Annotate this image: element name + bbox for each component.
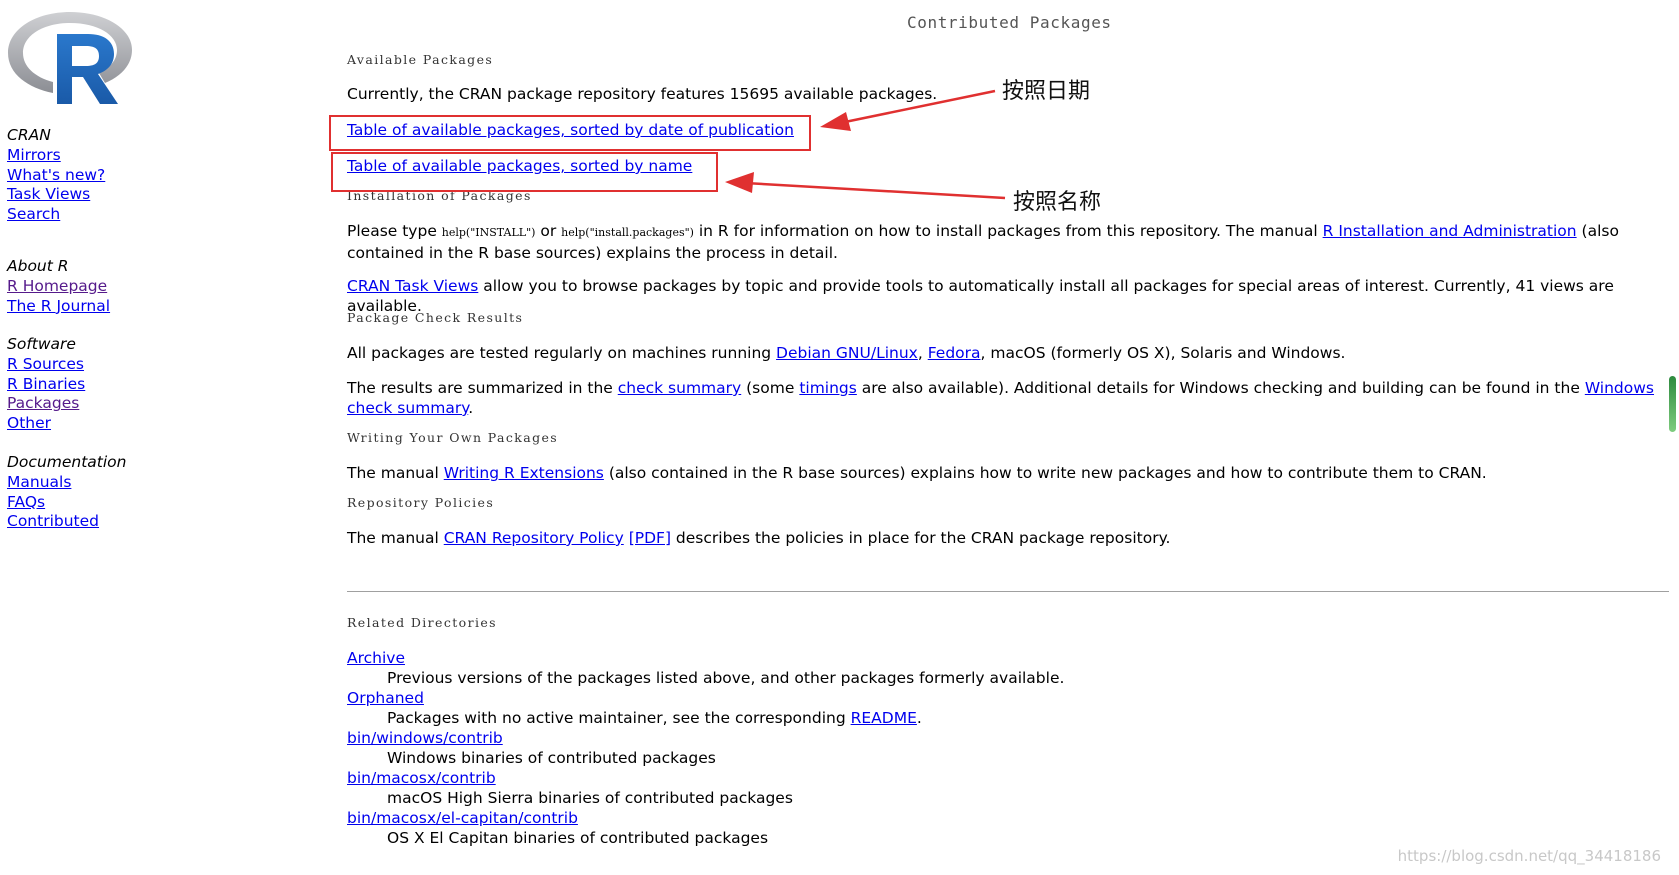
arrow-head-date: [820, 112, 851, 131]
arrow-line-date: [839, 89, 996, 125]
watermark: https://blog.csdn.net/qq_34418186: [1397, 847, 1661, 865]
annotation-by-date: 按照日期: [1002, 79, 1091, 104]
arrow-head-name: [725, 172, 754, 193]
scrollbar-thumb[interactable]: [1669, 376, 1676, 432]
annotation-arrows: [725, 89, 1006, 200]
annotation-by-name: 按照名称: [1013, 190, 1102, 215]
arrow-line-name: [744, 181, 1006, 200]
